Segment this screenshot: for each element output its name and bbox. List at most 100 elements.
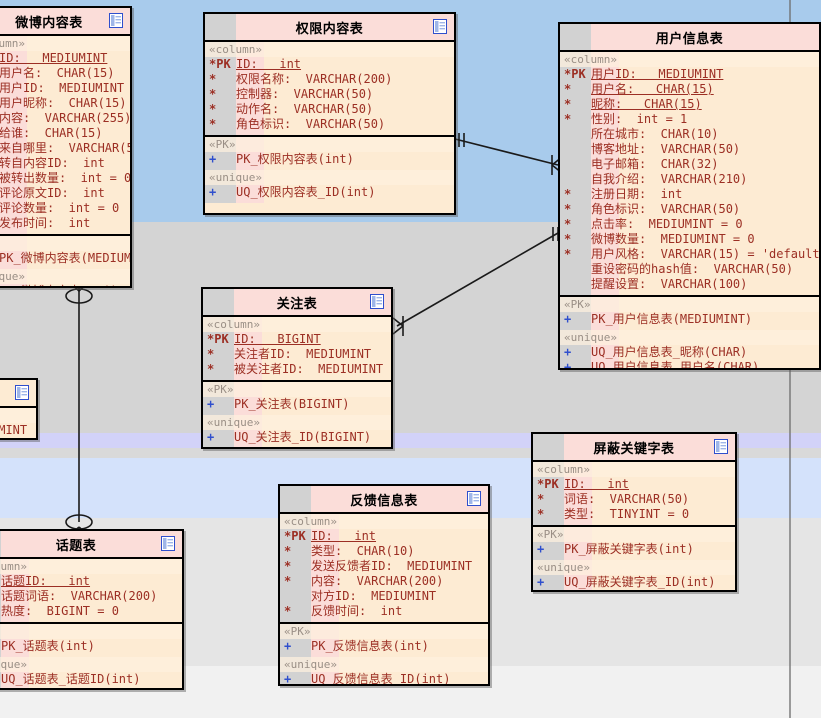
entity-user-info[interactable]: 用户信息表 «column» *PK 用户ID: MEDIUMINT * 用户名: C… (558, 22, 821, 370)
column-constraint-marker: * (209, 102, 217, 116)
table-document-icon[interactable] (433, 19, 447, 34)
stereotype-pk: «PK» (203, 382, 391, 397)
column-row: * 角色标识: VARCHAR(50) (205, 117, 454, 132)
unique-rows: +UQ_微博内容表_ID(int) (0, 284, 130, 286)
column-definition: 话题ID: int (1, 574, 91, 588)
index-visibility-marker: + (537, 575, 545, 589)
column-definition: 评论数量: int = 0 (0, 201, 120, 215)
column-definition: 评论原文ID: int (0, 186, 105, 200)
table-document-icon[interactable] (15, 385, 29, 400)
entity-follow[interactable]: 关注表 «column» *PK ID: BIGINT * 关注者ID: MEDIUM… (201, 287, 393, 449)
header-gutter (280, 486, 311, 512)
column-definition: ID: MEDIUMINT (0, 51, 108, 65)
table-document-icon[interactable] (467, 491, 481, 506)
index-name: UQ_用户信息表_用户名(CHAR) (591, 360, 760, 370)
column-row: 来自哪里: VARCHAR(50) (0, 141, 130, 156)
column-constraint-marker: * (564, 97, 572, 111)
entity-header[interactable] (0, 380, 36, 408)
table-document-icon[interactable] (161, 536, 175, 551)
column-row: 重设密码的hash值: VARCHAR(50) (560, 262, 819, 277)
column-row: *用户ID: MEDIUMINT (0, 81, 130, 96)
column-row: *PKID: MEDIUMINT (0, 51, 130, 66)
entity-permission-content[interactable]: 权限内容表 «column» *PK ID: int * 权限名称: VARCHAR(… (203, 12, 456, 215)
column-row: 评论原文ID: int (0, 186, 130, 201)
column-row: * 内容: VARCHAR(200) (280, 574, 488, 589)
index-name: UQ_用户信息表_昵称(CHAR) (591, 345, 748, 359)
entity-blocked-keyword[interactable]: 屏蔽关键字表 «column» *PK ID: int * 词语: VARCHAR(5… (531, 432, 737, 592)
entity-feedback[interactable]: 反馈信息表 «column» *PK ID: int * 类型: CHAR(10) * 发… (278, 484, 490, 686)
index-name: PK_话题表(int) (1, 639, 95, 653)
column-row: 热度: BIGINT = 0 (0, 604, 182, 619)
column-definition: 微博数量: MEDIUMINT = 0 (591, 232, 755, 246)
entity-header[interactable]: 权限内容表 (205, 14, 454, 42)
entity-header[interactable]: 微博内容表 (0, 8, 130, 36)
entity-header[interactable]: 关注表 (203, 289, 391, 317)
column-constraint-marker: * (284, 574, 292, 588)
column-row: *用户昵称: CHAR(15) (0, 96, 130, 111)
index-visibility-marker: + (284, 672, 292, 686)
index-row: + PK_屏蔽关键字表(int) (533, 542, 735, 557)
column-row: 电子邮箱: CHAR(32) (560, 157, 819, 172)
stereotype-pk: «PK» (0, 236, 130, 251)
entity-header[interactable]: 反馈信息表 (280, 486, 488, 514)
index-name: PK_屏蔽关键字表(int) (564, 542, 694, 556)
stereotype-column: «column» (0, 36, 130, 51)
column-constraint-marker: * (564, 247, 572, 261)
column-row: * 关注者ID: MEDIUMINT (203, 347, 391, 362)
column-rows: *PK ID: int * 权限名称: VARCHAR(200) * 控制器: VARCH… (205, 57, 454, 135)
column-constraint-marker: * (209, 117, 217, 131)
pk-section: «PK» + PK_屏蔽关键字表(int) «unique» + UQ_屏蔽关键字表… (533, 525, 735, 590)
unique-rows: + UQ_关注表_ID(BIGINT) (203, 430, 391, 447)
column-constraint-marker: * (209, 72, 217, 86)
table-document-icon[interactable] (714, 439, 728, 454)
header-gutter (533, 434, 564, 460)
column-definition: 权限名称: VARCHAR(200) (236, 72, 393, 86)
column-constraint-marker: * (284, 559, 292, 573)
index-name: PK_用户信息表(MEDIUMINT) (591, 312, 753, 326)
column-definition: 热度: BIGINT = 0 (1, 604, 119, 618)
column-rows: *PK话题ID: int*话题词语: VARCHAR(200)热度: BIGIN… (0, 574, 182, 622)
column-definition: 角色标识: VARCHAR(50) (591, 202, 741, 216)
entity-topic[interactable]: 话题表 «column» *PK话题ID: int*话题词语: VARCHAR(… (0, 529, 184, 690)
column-row: * 性别: int = 1 (560, 112, 819, 127)
index-visibility-marker: + (209, 185, 217, 199)
table-document-icon[interactable] (370, 294, 384, 309)
header-gutter (205, 14, 236, 40)
entity-header[interactable]: 用户信息表 (560, 24, 819, 52)
column-row: 对方ID: MEDIUMINT (280, 589, 488, 604)
stereotype-blank (0, 408, 36, 423)
column-definition: ID: BIGINT (234, 332, 321, 346)
column-definition: 所在城市: CHAR(10) (591, 127, 719, 141)
entity-weibo-content[interactable]: 微博内容表 «column» *PKID: MEDIUMINT*用户名: CHA… (0, 6, 132, 288)
column-constraint-marker: * (564, 232, 572, 246)
index-visibility-marker: + (284, 639, 292, 653)
pk-section: «PK» + PK_关注表(BIGINT) «unique» + UQ_关注表_ID… (203, 380, 391, 447)
er-diagram-canvas[interactable]: 微博内容表 «column» *PKID: MEDIUMINT*用户名: CHA… (0, 0, 821, 718)
column-definition: 词语: VARCHAR(50) (564, 492, 690, 506)
table-document-icon[interactable] (109, 13, 123, 28)
entity-header[interactable]: 话题表 (0, 531, 182, 559)
column-row: * 类型: TINYINT = 0 (533, 507, 735, 522)
column-constraint-marker: * (207, 362, 215, 376)
column-definition: 用户名: CHAR(15) (591, 82, 714, 96)
columns-section: «column» *PK话题ID: int*话题词语: VARCHAR(200)… (0, 559, 182, 622)
column-definition: 发布时间: int (0, 216, 91, 230)
index-name: PK_关注表(BIGINT) (234, 397, 350, 411)
index-name: UQ_微博内容表_ID(int) (0, 284, 130, 286)
stereotype-unique: «unique» (0, 657, 182, 672)
column-constraint-marker: * (537, 492, 545, 506)
column-row: *PK话题ID: int (0, 574, 182, 589)
pk-section: «PK» +PK_微博内容表(MEDIUMINT) «unique» +UQ_微… (0, 234, 130, 286)
stereotype-column: «column» (0, 559, 182, 574)
index-row: + UQ_用户信息表_昵称(CHAR) (560, 345, 819, 360)
column-rows: *PKID: MEDIUMINT*用户名: CHAR(15)*用户ID: MED… (0, 51, 130, 234)
column-definition: 角色标识: VARCHAR(50) (236, 117, 386, 131)
columns-section: «column» *PK ID: BIGINT * 关注者ID: MEDIUMINT *… (203, 317, 391, 380)
index-row: + PK_反馈信息表(int) (280, 639, 488, 654)
stereotype-column: «column» (203, 317, 391, 332)
entity-header[interactable]: 屏蔽关键字表 (533, 434, 735, 462)
entity-clipped-fragment[interactable]: UMINT (0, 378, 38, 440)
column-constraint-marker: * (564, 217, 572, 231)
column-row: * 被关注者ID: MEDIUMINT (203, 362, 391, 377)
column-definition: 提醒设置: VARCHAR(100) (591, 277, 748, 291)
